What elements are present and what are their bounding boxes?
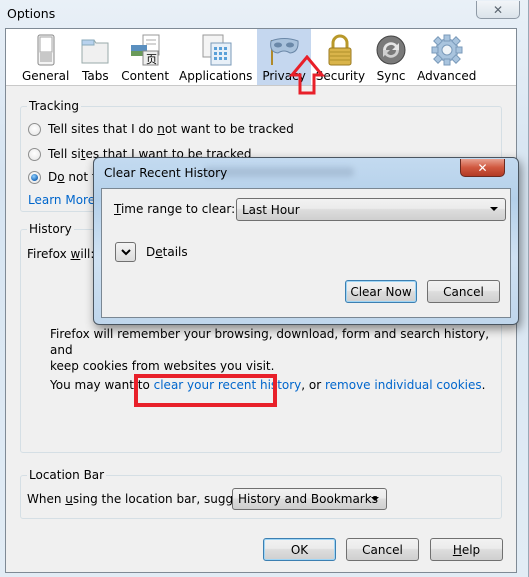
ok-button[interactable]: OK bbox=[263, 538, 336, 561]
tracking-group-label: Tracking bbox=[27, 99, 81, 113]
time-range-select[interactable]: Last Hour bbox=[236, 198, 506, 221]
suggest-select[interactable]: History and Bookmarks bbox=[232, 488, 387, 510]
tab-tabs[interactable]: Tabs bbox=[74, 29, 116, 85]
details-label[interactable]: Details bbox=[146, 245, 188, 259]
learn-more-link[interactable]: Learn More bbox=[28, 193, 95, 207]
history-description: Firefox will remember your browsing, dow… bbox=[50, 327, 490, 373]
category-toolbar: General Tabs 页 Content Applications Priv… bbox=[6, 29, 516, 86]
tracking-option-do-not-track[interactable]: Tell sites that I do not want to be trac… bbox=[28, 122, 294, 136]
applications-window-icon bbox=[200, 34, 232, 66]
tab-sync-label: Sync bbox=[376, 69, 406, 83]
dialog-close-button[interactable]: ✕ bbox=[460, 159, 505, 177]
tab-applications[interactable]: Applications bbox=[174, 29, 257, 85]
time-range-value: Last Hour bbox=[242, 202, 300, 217]
content-page-icon: 页 bbox=[129, 34, 161, 66]
location-bar-group-label: Location Bar bbox=[27, 468, 107, 482]
suggest-select-value: History and Bookmarks bbox=[238, 492, 378, 506]
tab-applications-label: Applications bbox=[179, 69, 253, 83]
tab-content-label: Content bbox=[121, 69, 170, 83]
tab-advanced[interactable]: Advanced bbox=[412, 29, 481, 85]
security-padlock-icon bbox=[324, 34, 356, 66]
history-group-label: History bbox=[27, 222, 74, 236]
general-switch-icon bbox=[30, 34, 62, 66]
annotation-highlight-box bbox=[134, 374, 277, 407]
close-icon: ✕ bbox=[492, 2, 504, 17]
chevron-down-icon bbox=[490, 207, 498, 211]
options-window: Options ✕ General Tabs 页 Content Applica… bbox=[0, 0, 529, 577]
firefox-will-label: Firefox will: bbox=[27, 247, 95, 261]
svg-text:页: 页 bbox=[146, 53, 157, 66]
location-bar-group: Location Bar When using the location bar… bbox=[20, 468, 502, 519]
cancel-button[interactable]: Cancel bbox=[346, 538, 419, 561]
tab-content[interactable]: 页 Content bbox=[116, 29, 174, 85]
advanced-gear-icon bbox=[431, 34, 463, 66]
clear-recent-history-dialog: Clear Recent History ✕ Time range to cle… bbox=[93, 157, 519, 325]
window-close-button[interactable]: ✕ bbox=[476, 1, 520, 19]
chevron-down-icon bbox=[120, 248, 131, 255]
tab-general-label: General bbox=[22, 69, 70, 83]
tracking-option-label: Tell sites that I do not want to be trac… bbox=[48, 122, 294, 136]
window-title: Options bbox=[7, 6, 56, 21]
details-expand-button[interactable] bbox=[115, 242, 136, 262]
tab-general[interactable]: General bbox=[17, 29, 74, 85]
radio-button-selected[interactable] bbox=[28, 170, 41, 184]
tab-advanced-label: Advanced bbox=[417, 69, 477, 83]
tabs-folder-icon bbox=[79, 34, 111, 66]
sync-arrows-icon bbox=[375, 34, 407, 66]
annotation-arrow-up-icon bbox=[289, 55, 325, 95]
dialog-cancel-button[interactable]: Cancel bbox=[427, 280, 500, 303]
close-icon: ✕ bbox=[477, 160, 488, 175]
dialog-title: Clear Recent History bbox=[104, 166, 228, 180]
suggest-label: When using the location bar, suggest: bbox=[27, 492, 256, 506]
radio-button[interactable] bbox=[28, 147, 41, 161]
help-button[interactable]: Help bbox=[430, 538, 503, 561]
clear-now-button[interactable]: Clear Now bbox=[345, 280, 417, 303]
tab-sync[interactable]: Sync bbox=[370, 29, 412, 85]
remove-individual-cookies-link[interactable]: remove individual cookies bbox=[325, 378, 482, 392]
dialog-body: Time range to clear: Last Hour Details C… bbox=[101, 188, 511, 318]
radio-button[interactable] bbox=[28, 122, 41, 136]
chevron-down-icon bbox=[371, 497, 379, 501]
tab-tabs-label: Tabs bbox=[82, 69, 109, 83]
time-range-label: Time range to clear: bbox=[114, 202, 236, 216]
